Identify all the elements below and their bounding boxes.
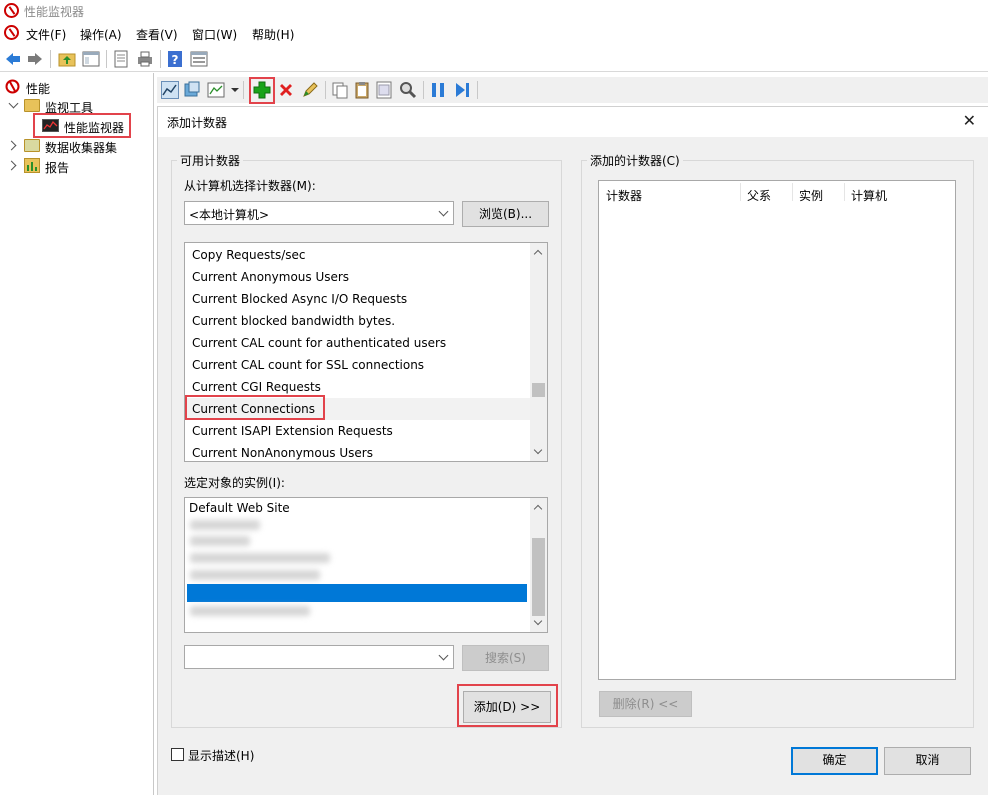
- pause-icon[interactable]: [429, 81, 447, 99]
- list-item[interactable]: Current Anonymous Users: [185, 266, 531, 288]
- ok-button[interactable]: 确定: [791, 747, 878, 775]
- menu-help[interactable]: 帮助(H): [252, 26, 294, 43]
- expand-chevron-icon[interactable]: [8, 98, 19, 109]
- change-graph-type-icon[interactable]: [207, 81, 225, 99]
- counter-list[interactable]: Copy Requests/sec Current Anonymous User…: [184, 242, 548, 462]
- highlight-box: [185, 395, 325, 420]
- chevron-down-icon: [438, 206, 449, 217]
- list-item[interactable]: Default Web Site: [185, 499, 531, 518]
- cancel-button[interactable]: 取消: [884, 747, 971, 775]
- list-item[interactable]: Current blocked bandwidth bytes.: [185, 310, 531, 332]
- show-hide-tree-icon[interactable]: [82, 50, 100, 68]
- search-select[interactable]: [184, 645, 454, 669]
- menu-view[interactable]: 查看(V): [136, 26, 178, 43]
- chevron-down-icon: [438, 650, 449, 661]
- list-item[interactable]: Current CAL count for SSL connections: [185, 354, 531, 376]
- highlight-box: [249, 77, 275, 104]
- back-arrow-icon[interactable]: [4, 50, 22, 68]
- show-description-checkbox[interactable]: [171, 748, 184, 761]
- properties-icon[interactable]: [112, 50, 130, 68]
- help-icon[interactable]: ?: [166, 50, 184, 68]
- column-header-counter[interactable]: 计数器: [606, 187, 642, 204]
- folder-icon: [24, 99, 40, 112]
- menu-window[interactable]: 窗口(W): [192, 26, 237, 43]
- tree-item-performance[interactable]: 性能: [0, 78, 150, 96]
- menu-bar: 文件(F) 操作(A) 查看(V) 窗口(W) 帮助(H): [0, 22, 988, 44]
- instances-label: 选定对象的实例(I):: [184, 476, 285, 490]
- paste-counter-list-icon[interactable]: [353, 81, 371, 99]
- system-menu-icon[interactable]: [4, 25, 19, 40]
- close-icon[interactable]: ✕: [963, 111, 976, 130]
- title-bar: 性能监视器: [0, 0, 988, 22]
- dropdown-arrow-icon[interactable]: [231, 88, 239, 92]
- scroll-thumb[interactable]: [532, 538, 545, 616]
- menu-file[interactable]: 文件(F): [26, 26, 66, 43]
- view-icon[interactable]: [190, 50, 208, 68]
- menu-action[interactable]: 操作(A): [80, 26, 122, 43]
- computer-select[interactable]: <本地计算机>: [184, 201, 454, 225]
- view-graph-icon[interactable]: [161, 81, 179, 99]
- collector-set-icon: [24, 139, 40, 152]
- svg-text:?: ?: [172, 53, 179, 67]
- column-header-instance[interactable]: 实例: [799, 187, 823, 204]
- redacted-instance: [190, 520, 260, 530]
- add-counters-dialog: 添加计数器 ✕ 可用计数器 从计算机选择计数器(M): <本地计算机> 浏览(B…: [157, 106, 988, 795]
- list-item[interactable]: Current NonAnonymous Users: [185, 442, 531, 461]
- scroll-down-icon[interactable]: [533, 616, 543, 626]
- tree-item-reports[interactable]: 报告: [0, 157, 150, 175]
- instances-list-scrollbar[interactable]: [530, 498, 547, 632]
- copy-properties-icon[interactable]: [331, 81, 349, 99]
- redacted-instance: [190, 570, 320, 580]
- redacted-instance: [190, 606, 310, 616]
- scroll-up-icon[interactable]: [533, 249, 543, 259]
- report-icon: [24, 158, 40, 173]
- list-item[interactable]: Copy Requests/sec: [185, 244, 531, 266]
- available-counters-label: 可用计数器: [177, 152, 244, 169]
- expand-chevron-icon[interactable]: [6, 140, 17, 151]
- list-item[interactable]: Current ISAPI Extension Requests: [185, 420, 531, 442]
- browse-button[interactable]: 浏览(B)...: [462, 201, 549, 227]
- main-toolbar: ?: [0, 46, 988, 72]
- forward-arrow-icon[interactable]: [26, 50, 44, 68]
- perfmon-logo-icon: [4, 3, 19, 18]
- window-title: 性能监视器: [24, 5, 85, 19]
- highlight-box: [33, 113, 131, 138]
- column-header-computer[interactable]: 计算机: [851, 187, 887, 204]
- remove-button[interactable]: 删除(R) <<: [599, 691, 692, 717]
- expand-chevron-icon[interactable]: [6, 160, 17, 171]
- added-counters-label: 添加的计数器(C): [587, 152, 683, 169]
- search-button[interactable]: 搜索(S): [462, 645, 549, 671]
- scroll-up-icon[interactable]: [533, 504, 543, 514]
- highlight-box: [457, 684, 558, 727]
- list-item[interactable]: Current Blocked Async I/O Requests: [185, 288, 531, 310]
- zoom-icon[interactable]: [399, 81, 417, 99]
- counter-list-scrollbar[interactable]: [530, 243, 547, 461]
- monitor-toolbar: [157, 77, 988, 104]
- dialog-title: 添加计数器: [167, 116, 228, 130]
- tree-item-data-collector-sets[interactable]: 数据收集器集: [0, 137, 150, 155]
- show-description-label: 显示描述(H): [188, 749, 255, 763]
- dialog-title-bar: [158, 107, 988, 137]
- scroll-down-icon[interactable]: [533, 445, 543, 455]
- instances-list[interactable]: Default Web Site: [184, 497, 548, 633]
- list-item[interactable]: Current CAL count for authenticated user…: [185, 332, 531, 354]
- column-header-parent[interactable]: 父系: [747, 187, 771, 204]
- list-item-selected[interactable]: [187, 584, 527, 602]
- from-computer-label: 从计算机选择计数器(M):: [184, 179, 316, 193]
- up-folder-icon[interactable]: [58, 50, 76, 68]
- view-current-activity-icon[interactable]: [183, 81, 201, 99]
- properties-icon[interactable]: [375, 81, 393, 99]
- print-icon[interactable]: [136, 50, 154, 68]
- redacted-instance: [190, 553, 330, 563]
- added-counters-table[interactable]: 计数器 父系 实例 计算机: [598, 180, 956, 680]
- delete-counter-icon[interactable]: [277, 81, 295, 99]
- redacted-instance: [190, 536, 250, 546]
- perfmon-logo-icon: [5, 79, 20, 94]
- highlight-pencil-icon[interactable]: [301, 81, 319, 99]
- scroll-thumb[interactable]: [532, 383, 545, 397]
- update-data-icon[interactable]: [453, 81, 471, 99]
- navigation-tree: 性能 监视工具 性能监视器 数据收集器集 报告: [0, 73, 154, 795]
